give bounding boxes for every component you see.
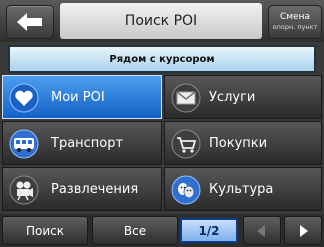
category-services[interactable]: Услуги (164, 75, 322, 119)
category-label: Транспорт (51, 136, 124, 151)
category-my-poi[interactable]: Мои POI (2, 75, 162, 119)
chevron-left-icon (257, 224, 265, 237)
next-page-button[interactable] (284, 216, 322, 245)
category-transport[interactable]: Транспорт (2, 121, 162, 165)
category-label: Мои POI (51, 90, 105, 105)
top-bar: Поиск POI Смена опорн. пункт (0, 0, 324, 42)
page-title: Поиск POI (60, 3, 262, 39)
category-shopping[interactable]: Покупки (164, 121, 322, 165)
shopping-cart-icon (171, 129, 201, 159)
change-reference-sublabel: опорн. пункт (272, 23, 318, 31)
search-button[interactable]: Поиск (2, 216, 88, 245)
category-label: Развлечения (51, 182, 139, 197)
chevron-right-icon (300, 224, 308, 237)
category-grid: Мои POI Услуги Транспорт Покупки Развлеч… (0, 75, 324, 212)
category-label: Услуги (209, 90, 256, 105)
category-entertainment[interactable]: Развлечения (2, 167, 162, 211)
category-culture[interactable]: Культура (164, 167, 322, 211)
prev-page-button[interactable] (243, 216, 281, 245)
bottom-bar: Поиск Все 1/2 (0, 214, 324, 247)
near-cursor-button[interactable]: Рядом с курсором (8, 45, 316, 73)
back-button[interactable] (6, 5, 54, 39)
heart-icon (9, 83, 39, 113)
back-arrow-icon (17, 13, 42, 31)
theater-masks-icon (171, 175, 201, 205)
film-camera-icon (9, 175, 39, 205)
category-label: Покупки (209, 136, 268, 151)
change-reference-point-button[interactable]: Смена опорн. пункт (268, 5, 322, 39)
change-reference-label: Смена (279, 12, 310, 22)
all-button[interactable]: Все (92, 216, 178, 245)
category-label: Культура (209, 182, 274, 197)
envelope-icon (171, 83, 201, 113)
page-indicator: 1/2 (180, 218, 238, 243)
bus-icon (9, 129, 39, 159)
